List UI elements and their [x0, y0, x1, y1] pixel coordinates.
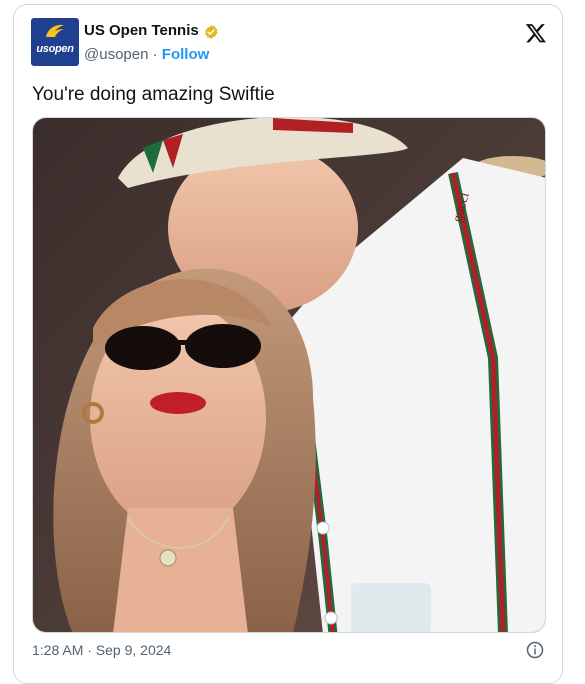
photo-illustration: gucci: [33, 118, 545, 632]
tweet-text: You're doing amazing Swiftie: [32, 84, 275, 105]
tennis-ball-flame-icon: [46, 24, 64, 37]
x-logo-icon[interactable]: [525, 22, 547, 44]
tweet-timestamp[interactable]: 1:28 AM · Sep 9, 2024: [32, 642, 171, 658]
info-icon[interactable]: [526, 641, 544, 659]
handle-row: @usopen · Follow: [84, 46, 209, 63]
tweet-card: usopen US Open Tennis @usopen · Follow Y…: [13, 4, 563, 684]
tweet-photo[interactable]: gucci: [32, 117, 546, 633]
follow-button[interactable]: Follow: [162, 46, 210, 63]
separator-dot: ·: [148, 46, 162, 63]
account-name[interactable]: US Open Tennis: [84, 22, 199, 39]
verified-badge-icon: [205, 25, 218, 39]
account-handle[interactable]: @usopen: [84, 46, 148, 63]
avatar-brand-text: usopen: [36, 43, 74, 55]
account-avatar[interactable]: usopen: [31, 18, 79, 66]
